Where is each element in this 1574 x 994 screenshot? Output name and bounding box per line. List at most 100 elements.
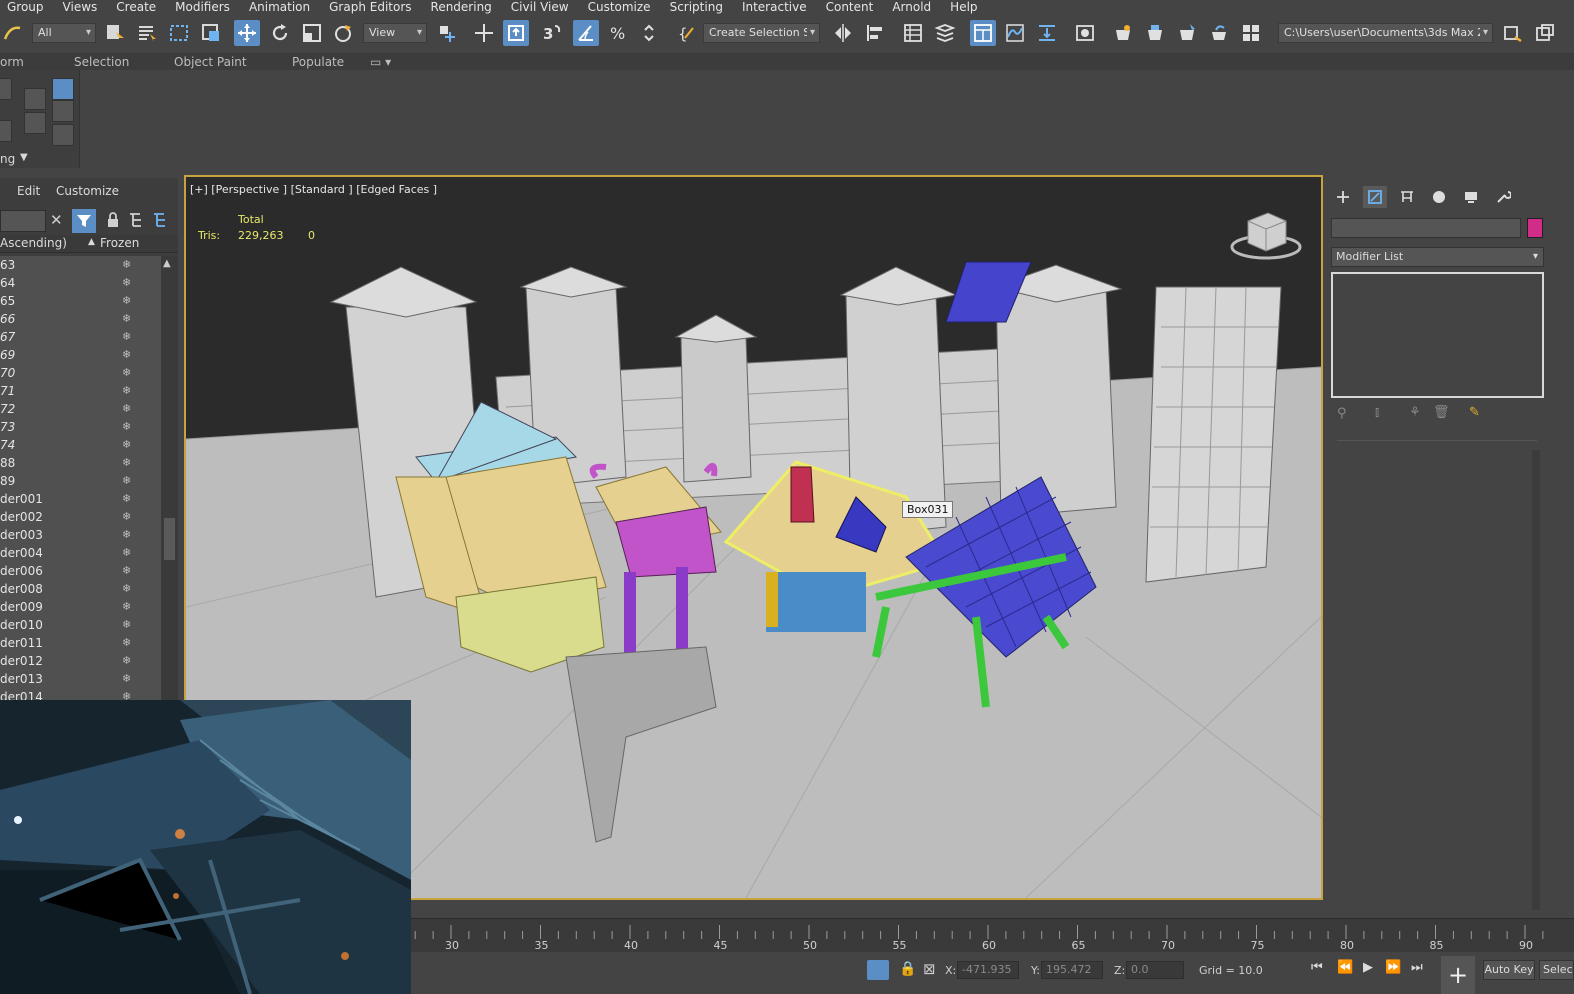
freeze-toggle-icon[interactable]: ❄ bbox=[122, 436, 131, 454]
menu-edit[interactable]: Edit bbox=[17, 184, 40, 198]
menu-civil-view[interactable]: Civil View bbox=[504, 0, 581, 14]
select-and-place-icon[interactable] bbox=[331, 20, 357, 46]
column-frozen[interactable]: Frozen bbox=[100, 236, 139, 250]
freeze-toggle-icon[interactable]: ❄ bbox=[122, 310, 131, 328]
freeze-toggle-icon[interactable]: ❄ bbox=[122, 616, 131, 634]
freeze-toggle-icon[interactable]: ❄ bbox=[122, 472, 131, 490]
ribbon-tab-transform[interactable]: orm bbox=[0, 54, 24, 70]
scene-object-row[interactable]: der010 ❄ bbox=[0, 616, 161, 634]
menu-content[interactable]: Content bbox=[819, 0, 886, 14]
command-panel-scrollbar[interactable] bbox=[1532, 450, 1540, 910]
freeze-toggle-icon[interactable]: ❄ bbox=[122, 400, 131, 418]
a360-gallery-icon[interactable] bbox=[1238, 20, 1264, 46]
menu-create[interactable]: Create bbox=[109, 0, 168, 14]
play-icon[interactable]: ▶ bbox=[1363, 960, 1373, 975]
mirror-icon[interactable] bbox=[830, 20, 856, 46]
scroll-up-icon[interactable]: ▲ bbox=[163, 258, 171, 269]
scene-object-row[interactable]: der014 ❄ bbox=[0, 688, 161, 700]
toggle-layer-explorer-icon[interactable] bbox=[932, 20, 958, 46]
scene-object-row[interactable]: 67 ❄ bbox=[0, 328, 161, 346]
named-selection-dropdown[interactable]: Create Selection Set bbox=[703, 23, 820, 43]
scene-object-row[interactable]: der004 ❄ bbox=[0, 544, 161, 562]
object-color-swatch[interactable] bbox=[1527, 218, 1543, 238]
ribbon-tool-icon[interactable] bbox=[24, 88, 46, 110]
scene-object-row[interactable]: der008 ❄ bbox=[0, 580, 161, 598]
freeze-toggle-icon[interactable]: ❄ bbox=[122, 508, 131, 526]
viewport-label[interactable]: [+] [Perspective ] [Standard ] [Edged Fa… bbox=[190, 183, 437, 196]
freeze-toggle-icon[interactable]: ❄ bbox=[122, 328, 131, 346]
select-and-scale-icon[interactable] bbox=[299, 20, 325, 46]
freeze-toggle-icon[interactable]: ❄ bbox=[122, 364, 131, 382]
freeze-toggle-icon[interactable]: ❄ bbox=[122, 670, 131, 688]
freeze-toggle-icon[interactable]: ❄ bbox=[122, 346, 131, 364]
freeze-toggle-icon[interactable]: ❄ bbox=[122, 544, 131, 562]
menu-group[interactable]: Group bbox=[0, 0, 56, 14]
ribbon-tab-populate[interactable]: Populate bbox=[292, 54, 344, 70]
menu-customize[interactable]: Customize bbox=[581, 0, 663, 14]
scene-object-row[interactable]: 64 ❄ bbox=[0, 274, 161, 292]
modify-tab-icon[interactable] bbox=[1363, 186, 1387, 208]
menu-views[interactable]: Views bbox=[56, 0, 110, 14]
ribbon-options-icon[interactable]: ▭ ▾ bbox=[370, 54, 391, 70]
search-input[interactable] bbox=[0, 210, 46, 232]
curve-editor-icon[interactable] bbox=[1002, 20, 1028, 46]
render-setup-icon[interactable] bbox=[1110, 20, 1136, 46]
z-coordinate-field[interactable]: 0.0 bbox=[1126, 961, 1184, 979]
scrollbar-thumb[interactable] bbox=[164, 518, 175, 560]
scene-object-row[interactable]: der009 ❄ bbox=[0, 598, 161, 616]
keyboard-shortcut-override-icon[interactable] bbox=[503, 20, 529, 46]
select-by-name-icon[interactable] bbox=[134, 20, 160, 46]
y-coordinate-field[interactable]: 195.472 bbox=[1041, 961, 1103, 979]
scene-object-row[interactable]: der003 ❄ bbox=[0, 526, 161, 544]
chevron-down-icon[interactable]: ▼ bbox=[20, 152, 28, 163]
next-frame-icon[interactable]: ⏩ bbox=[1385, 960, 1401, 975]
material-editor-icon[interactable] bbox=[1072, 20, 1098, 46]
schematic-view-icon[interactable] bbox=[1034, 20, 1060, 46]
percent-snap-icon[interactable]: % bbox=[605, 20, 631, 46]
ribbon-tool-icon[interactable] bbox=[52, 78, 74, 100]
ribbon-tool-icon[interactable] bbox=[0, 120, 12, 142]
x-coordinate-field[interactable]: -471.935 bbox=[957, 961, 1019, 979]
hierarchy-tab-icon[interactable] bbox=[1395, 186, 1419, 208]
configure-modifier-sets-icon[interactable]: ✎ bbox=[1469, 405, 1480, 420]
absolute-mode-icon[interactable]: ⊠ bbox=[923, 960, 936, 978]
use-pivot-center-icon[interactable] bbox=[434, 20, 460, 46]
scene-object-row[interactable]: der006 ❄ bbox=[0, 562, 161, 580]
menu-rendering[interactable]: Rendering bbox=[424, 0, 504, 14]
scene-list-scrollbar[interactable]: ▲ bbox=[161, 256, 178, 700]
select-and-rotate-icon[interactable] bbox=[267, 20, 293, 46]
scene-object-row[interactable]: 72 ❄ bbox=[0, 400, 161, 418]
menu-interactive[interactable]: Interactive bbox=[735, 0, 819, 14]
project-folder-dropdown[interactable]: C:\Users\user\Documents\3ds Max 2021 bbox=[1278, 23, 1493, 43]
make-unique-icon[interactable]: ⚘ bbox=[1409, 405, 1421, 420]
menu-animation[interactable]: Animation bbox=[242, 0, 322, 14]
link-icon[interactable] bbox=[0, 20, 26, 46]
close-icon[interactable]: ✕ bbox=[50, 211, 63, 229]
edit-named-selection-icon[interactable]: { bbox=[673, 20, 699, 46]
menu-modifiers[interactable]: Modifiers bbox=[168, 0, 242, 14]
scene-object-row[interactable]: 73 ❄ bbox=[0, 418, 161, 436]
ribbon-tab-object-paint[interactable]: Object Paint bbox=[174, 54, 247, 70]
freeze-toggle-icon[interactable]: ❄ bbox=[122, 490, 131, 508]
select-and-manipulate-icon[interactable] bbox=[471, 20, 497, 46]
freeze-toggle-icon[interactable]: ❄ bbox=[122, 562, 131, 580]
freeze-toggle-icon[interactable]: ❄ bbox=[122, 598, 131, 616]
freeze-toggle-icon[interactable]: ❄ bbox=[122, 688, 131, 700]
filter-icon[interactable] bbox=[72, 209, 96, 233]
workspace-icon[interactable] bbox=[1532, 20, 1558, 46]
show-end-result-icon[interactable]: ⫾ bbox=[1375, 405, 1379, 420]
scene-object-row[interactable]: der001 ❄ bbox=[0, 490, 161, 508]
toggle-scene-explorer-icon[interactable] bbox=[900, 20, 926, 46]
selected-keys-dropdown[interactable]: Selec bbox=[1539, 960, 1574, 980]
selection-lock-icon[interactable]: 🔒 bbox=[899, 961, 916, 977]
render-production-icon[interactable] bbox=[1174, 20, 1200, 46]
lock-icon[interactable] bbox=[106, 212, 120, 231]
ribbon-tool-icon[interactable] bbox=[52, 100, 74, 122]
scene-object-row[interactable]: der011 ❄ bbox=[0, 634, 161, 652]
hierarchy-icon[interactable] bbox=[128, 212, 144, 231]
select-object-icon[interactable] bbox=[102, 20, 128, 46]
pin-stack-icon[interactable]: ⚲ bbox=[1337, 406, 1347, 421]
object-name-field[interactable] bbox=[1331, 218, 1521, 238]
freeze-toggle-icon[interactable]: ❄ bbox=[122, 418, 131, 436]
ribbon-tab-selection[interactable]: Selection bbox=[74, 54, 129, 70]
